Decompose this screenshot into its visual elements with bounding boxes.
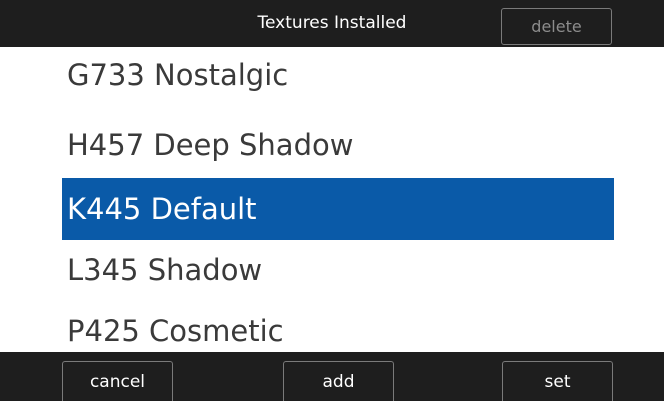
- list-item-g733[interactable]: G733 Nostalgic: [62, 47, 614, 106]
- texture-list[interactable]: G733 Nostalgic H457 Deep Shadow K445 Def…: [0, 47, 664, 352]
- footer-bar: cancel add set: [0, 352, 664, 401]
- list-item-k445-selected[interactable]: K445 Default: [62, 178, 614, 240]
- textures-screen: Textures Installed delete G733 Nostalgic…: [0, 0, 664, 401]
- list-item-l345[interactable]: L345 Shadow: [62, 239, 614, 301]
- list-item-h457[interactable]: H457 Deep Shadow: [62, 114, 614, 176]
- add-button[interactable]: add: [283, 361, 394, 401]
- set-button[interactable]: set: [502, 361, 613, 401]
- delete-button[interactable]: delete: [501, 8, 612, 45]
- list-item-p425[interactable]: P425 Cosmetic: [62, 300, 614, 352]
- header-bar: Textures Installed delete: [0, 0, 664, 47]
- cancel-button[interactable]: cancel: [62, 361, 173, 401]
